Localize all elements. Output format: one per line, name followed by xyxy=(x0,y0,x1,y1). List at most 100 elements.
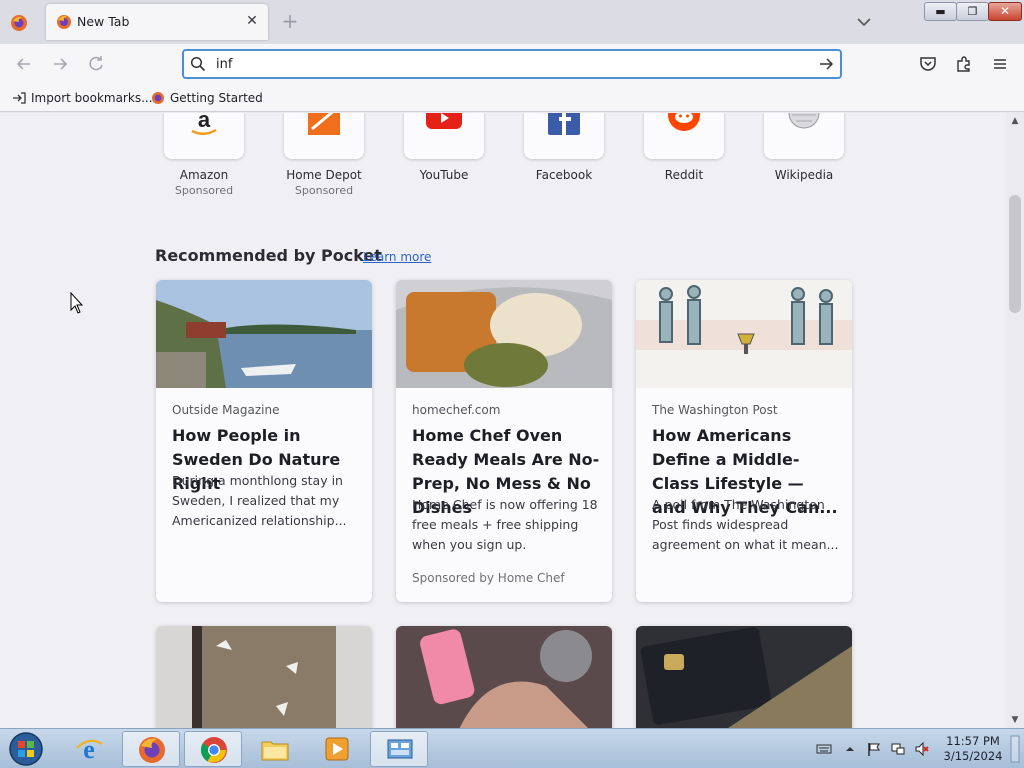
pocket-card-row2-2[interactable] xyxy=(396,626,612,728)
pocket-icon[interactable] xyxy=(918,54,938,74)
tab-strip: New Tab ✕ + ▬ ❐ ✕ xyxy=(0,0,1024,44)
pocket-card-row2-1[interactable] xyxy=(156,626,372,728)
bookmark-getting-started[interactable]: Getting Started xyxy=(151,90,263,106)
pocket-card-sweden[interactable]: Outside Magazine How People in Sweden Do… xyxy=(156,280,372,602)
taskbar-internet-explorer[interactable]: e xyxy=(60,731,118,767)
site-tile xyxy=(764,113,844,159)
site-sponsored-label: Sponsored xyxy=(174,184,234,197)
url-input[interactable]: inf xyxy=(216,57,232,72)
mouse-cursor-icon xyxy=(70,292,84,314)
meal-photo xyxy=(396,280,612,388)
control-panel-icon xyxy=(387,739,413,759)
forward-arrow-icon[interactable] xyxy=(50,54,70,74)
home-depot-logo-icon xyxy=(308,113,340,135)
top-site-youtube[interactable]: YouTube xyxy=(394,113,494,213)
site-tile xyxy=(284,113,364,159)
close-window-button[interactable]: ✕ xyxy=(988,2,1022,21)
clock-date: 3/15/2024 xyxy=(943,749,1003,763)
taskbar-file-explorer[interactable] xyxy=(246,731,304,767)
internet-explorer-icon: e xyxy=(76,735,103,764)
photo-phone xyxy=(396,626,612,728)
amazon-logo-icon: a xyxy=(191,113,217,135)
new-tab-button[interactable]: + xyxy=(281,11,299,31)
site-name: Home Depot xyxy=(286,168,362,182)
tab-close-icon[interactable]: ✕ xyxy=(244,13,260,29)
lake-photo xyxy=(156,280,372,388)
top-site-amazon[interactable]: a Amazon Sponsored xyxy=(154,113,254,213)
volume-muted-icon[interactable] xyxy=(914,741,930,757)
taskbar-control-panel[interactable] xyxy=(370,731,428,767)
top-site-reddit[interactable]: Reddit xyxy=(634,113,734,213)
hamburger-menu-icon[interactable] xyxy=(990,54,1010,74)
pocket-card-home-chef[interactable]: homechef.com Home Chef Oven Ready Meals … xyxy=(396,280,612,602)
restore-button[interactable]: ❐ xyxy=(956,2,989,21)
top-site-facebook[interactable]: Facebook xyxy=(514,113,614,213)
photo-room xyxy=(156,626,372,728)
pocket-heading: Recommended by Pocket xyxy=(155,246,382,265)
keyboard-icon[interactable] xyxy=(816,741,832,757)
start-button-icon[interactable] xyxy=(6,731,46,767)
search-icon xyxy=(190,56,206,72)
extensions-icon[interactable] xyxy=(954,54,974,74)
card-excerpt: During a monthlong stay in Sweden, I rea… xyxy=(172,473,347,528)
chevron-down-icon[interactable] xyxy=(855,13,873,31)
restore-icon: ❐ xyxy=(967,5,978,18)
chevron-up-icon[interactable] xyxy=(842,741,858,757)
taskbar-clock[interactable]: 11:57 PM 3/15/2024 xyxy=(940,734,1006,764)
site-tile xyxy=(644,113,724,159)
site-tile: a xyxy=(164,113,244,159)
svg-text:e: e xyxy=(83,735,95,764)
chrome-icon xyxy=(200,737,227,763)
folder-icon xyxy=(261,741,289,761)
card-source: homechef.com xyxy=(412,403,501,417)
card-excerpt: Home Chef is now offering 18 free meals … xyxy=(412,497,598,552)
bookmarks-toolbar: Import bookmarks... Getting Started xyxy=(0,84,1024,112)
learn-more-link[interactable]: Learn more xyxy=(363,250,431,264)
firefox-icon xyxy=(139,737,165,763)
photo-credit-card xyxy=(636,626,852,728)
top-site-home-depot[interactable]: Home Depot Sponsored xyxy=(274,113,374,213)
tab-new-tab[interactable]: New Tab ✕ xyxy=(46,4,268,40)
bookmark-import[interactable]: Import bookmarks... xyxy=(12,90,153,106)
media-player-icon xyxy=(325,737,349,761)
site-tile xyxy=(404,113,484,159)
pocket-card-row2-3[interactable] xyxy=(636,626,852,728)
taskbar-firefox[interactable] xyxy=(122,731,180,767)
close-icon: ✕ xyxy=(999,4,1011,18)
reload-icon[interactable] xyxy=(86,54,106,74)
windows-taskbar: e 11:57 PM 3/15/2024 xyxy=(0,728,1024,768)
bookmark-label: Getting Started xyxy=(170,91,263,105)
bookmark-label: Import bookmarks... xyxy=(31,91,153,105)
scroll-up-icon[interactable]: ▲ xyxy=(1010,116,1020,126)
facebook-logo-icon xyxy=(548,113,580,135)
tab-title: New Tab xyxy=(77,14,130,29)
taskbar-chrome[interactable] xyxy=(184,731,242,767)
minimize-button[interactable]: ▬ xyxy=(924,2,957,21)
url-bar[interactable]: inf xyxy=(182,49,842,79)
network-icon[interactable] xyxy=(890,741,906,757)
site-name: Reddit xyxy=(664,168,704,182)
show-desktop-button[interactable] xyxy=(1010,735,1020,763)
pocket-card-middle-class[interactable]: The Washington Post How Americans Define… xyxy=(636,280,852,602)
page-scrollbar[interactable]: ▲ ▼ xyxy=(1006,113,1024,728)
card-excerpt: A poll from The Washington Post finds wi… xyxy=(652,497,839,552)
firefox-icon xyxy=(152,92,164,104)
action-center-flag-icon[interactable] xyxy=(866,741,882,757)
scroll-down-icon[interactable]: ▼ xyxy=(1010,715,1020,725)
site-sponsored-label: Sponsored xyxy=(294,184,354,197)
firefox-menu-icon[interactable] xyxy=(10,14,28,32)
site-name: Amazon xyxy=(179,168,229,182)
svg-text:a: a xyxy=(198,113,211,132)
scrollbar-thumb[interactable] xyxy=(1009,195,1021,313)
card-source: Outside Magazine xyxy=(172,403,280,417)
top-site-wikipedia[interactable]: Wikipedia xyxy=(754,113,854,213)
back-arrow-icon[interactable] xyxy=(14,54,34,74)
wikipedia-logo-icon xyxy=(788,113,820,129)
card-sponsored-label: Sponsored by Home Chef xyxy=(412,571,565,585)
go-arrow-icon[interactable] xyxy=(818,56,834,72)
taskbar-media-player[interactable] xyxy=(308,731,366,767)
show-desktop-icon xyxy=(1010,735,1020,763)
minimize-icon: ▬ xyxy=(935,5,946,18)
reddit-logo-icon xyxy=(668,113,700,131)
site-name: Wikipedia xyxy=(774,168,834,182)
